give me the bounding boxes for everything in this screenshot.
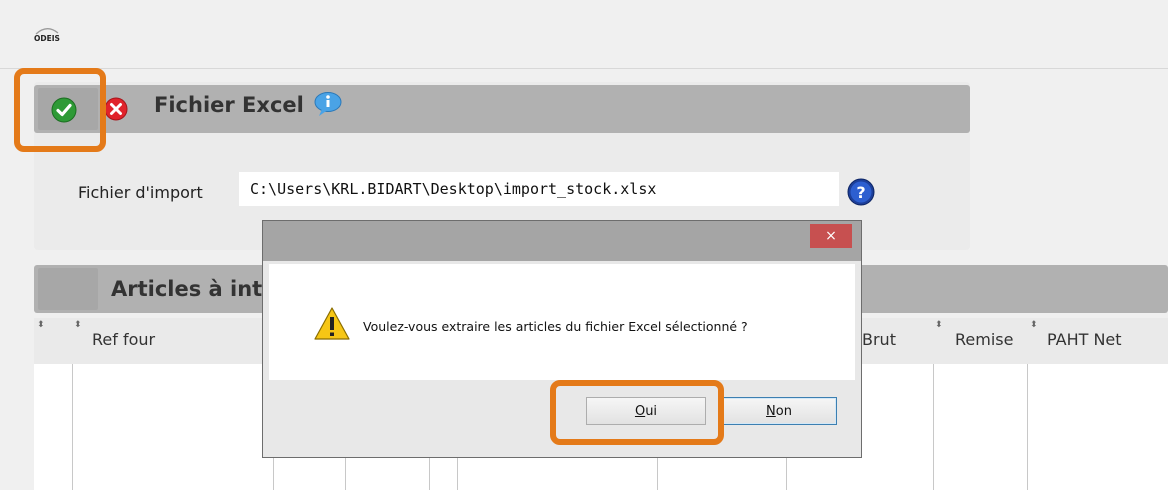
column-header-brut[interactable]: Brut — [862, 330, 896, 349]
import-file-label: Fichier d'import — [78, 183, 203, 202]
app-top-bar — [0, 0, 1168, 69]
svg-text:?: ? — [856, 183, 865, 202]
column-header-remise[interactable]: Remise — [955, 330, 1013, 349]
odeis-logo-icon: ODEIS — [34, 28, 60, 43]
sort-arrows-icon[interactable]: ⬍ — [1030, 320, 1038, 330]
articles-grid-header-cell — [38, 268, 98, 310]
import-file-path-input[interactable] — [239, 172, 839, 206]
articles-grid-title: Articles à int — [111, 277, 263, 301]
column-header-ref-four[interactable]: Ref four — [92, 330, 155, 349]
dialog-title-bar[interactable] — [263, 221, 861, 261]
warning-triangle-icon — [314, 307, 350, 340]
column-divider — [72, 364, 73, 490]
sort-arrows-icon[interactable]: ⬍ — [37, 320, 45, 330]
excel-panel-title: Fichier Excel — [154, 93, 304, 117]
validate-button-highlight — [14, 68, 106, 152]
column-divider — [1027, 364, 1028, 490]
info-speech-icon[interactable] — [313, 91, 343, 117]
sort-arrows-icon[interactable]: ⬍ — [74, 320, 82, 330]
svg-text:ODEIS: ODEIS — [34, 34, 60, 43]
dialog-message: Voulez-vous extraire les articles du fic… — [363, 319, 748, 334]
no-button[interactable]: Non — [721, 397, 837, 425]
cancel-x-icon[interactable] — [104, 97, 128, 121]
column-header-paht-net[interactable]: PAHT Net — [1047, 330, 1122, 349]
sort-arrows-icon[interactable]: ⬍ — [935, 320, 943, 330]
column-divider — [933, 364, 934, 490]
help-question-icon[interactable]: ? — [847, 178, 875, 206]
yes-button-highlight — [550, 380, 724, 445]
dialog-close-button[interactable]: × — [810, 224, 852, 248]
